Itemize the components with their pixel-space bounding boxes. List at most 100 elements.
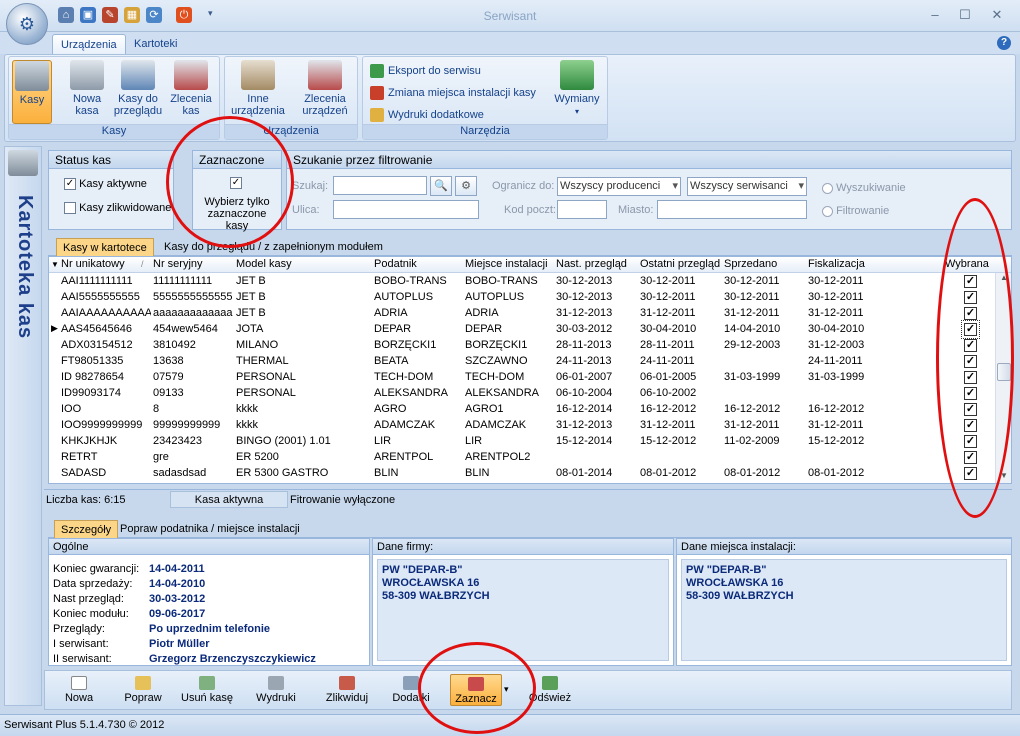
tab-urzadzenia[interactable]: Urządzenia [52,34,126,54]
zlikwiduj-button[interactable]: Zlikwiduj [320,674,374,706]
table-cell: 31-12-2011 [808,419,864,431]
table-row[interactable]: AAIAAAAAAAAAA aaaaaaaaaaaaa JET B ADRIA ADRI… [49,306,995,322]
table-cell: BOBO-TRANS [465,275,538,287]
tab-kasy-w-kartotece[interactable]: Kasy w kartotece [56,238,154,256]
export-icon [370,64,384,78]
col-ostatni-przeglad[interactable]: Ostatni przegląd [640,258,720,270]
refresh-icon[interactable]: ⟳ [146,7,162,23]
wydruki-dodatkowe-button[interactable]: Wydruki dodatkowe [368,106,540,124]
col-model-kasy[interactable]: Model kasy [236,258,292,270]
table-cell: ARENTPOL [374,451,434,463]
zlecenia-kas-button[interactable]: Zlecenia kas [166,60,216,124]
ulica-input[interactable] [333,200,479,219]
producenci-select[interactable]: Wszyscy producenci ▾ [557,177,681,196]
miasto-input[interactable] [657,200,807,219]
ogolne-key: Data sprzedaży: [53,578,133,590]
search-input[interactable] [333,176,427,195]
table-row[interactable]: FT98051335 13638 THERMAL BEATA SZCZAWNO 24-11… [49,354,995,370]
print-extra-icon [370,108,384,122]
kasy-aktywne-checkbox[interactable]: ✓ Kasy aktywne [64,178,147,191]
close-button[interactable]: ✕ [984,6,1010,24]
serwisanci-value: Wszyscy serwisanci [690,180,788,192]
table-cell: 31-03-1999 [724,371,781,383]
zmiana-miejsca-button[interactable]: Zmiana miejsca instalacji kasy [368,84,540,102]
sidebar-register-icon [8,150,38,176]
usun-kase-button[interactable]: Usuń kasę [178,674,236,706]
table-cell: IOO9999999999 [61,419,143,431]
popraw-button[interactable]: Popraw [120,674,166,706]
nowa-kasa-button[interactable]: Nowa kasa [62,60,112,124]
table-row[interactable]: AAI1111111111 11111111111 JET B BOBO-TRANS B… [49,274,995,290]
search-icon[interactable]: 🔍 [430,176,452,196]
kod-input[interactable] [557,200,607,219]
kasy-button[interactable]: Kasy [12,60,52,124]
table-row[interactable]: RETRT gre ER 5200 ARENTPOL ARENTPOL2 ✓ [49,450,995,466]
version-label: Serwisant Plus 5.1.4.730 © 2012 [4,719,165,731]
table-cell: AGRO1 [465,403,504,415]
save-icon[interactable]: ▣ [80,7,96,23]
col-nr-unikatowy[interactable]: Nr unikatowy [61,258,125,270]
dane-firmy-body: PW "DEPAR-B" WROCŁAWSKA 16 58-309 WAŁBRZ… [377,559,669,661]
tab-popraw-podatnika[interactable]: Popraw podatnika / miejsce instalacji [114,520,306,538]
table-cell: ADAMCZAK [374,419,436,431]
table-cell: TECH-DOM [465,371,525,383]
annotation-circle-wybrana [936,198,1014,518]
wyszukiwanie-radio[interactable]: Wyszukiwanie [822,182,906,194]
home-icon[interactable]: ⌂ [58,7,74,23]
tab-kasy-do-przegladu[interactable]: Kasy do przeglądu / z zapełnionym modułe… [158,238,389,256]
table-row[interactable]: ADX03154512 3810492 MILANO BORZĘCKI1 BORZĘCK… [49,338,995,354]
calendar-icon[interactable]: ▦ [124,7,140,23]
table-row[interactable]: ID 98278654 07579 PERSONAL TECH-DOM TECH-DOM… [49,370,995,386]
maximize-button[interactable]: ☐ [952,6,978,24]
table-cell: 08-01-2012 [808,467,865,479]
table-row[interactable]: AAI5555555555 5555555555555 JET B AUTOPLUS A… [49,290,995,306]
table-cell: aaaaaaaaaaaaa [153,307,233,319]
col-nast-przeglad[interactable]: Nast. przegląd [556,258,627,270]
table-cell: BLIN [465,467,490,479]
printer-icon [268,676,284,690]
filtrowanie-radio[interactable]: Filtrowanie [822,205,889,217]
col-sprzedano[interactable]: Sprzedano [724,258,777,270]
cash-register-icon [15,61,49,91]
magnifier-register-icon [121,60,155,90]
settings-gear-icon[interactable]: ⚙ [455,176,477,196]
table-cell: 454wew5464 [153,323,218,335]
table-cell: 30-12-2011 [724,275,780,287]
table-row[interactable]: IOO9999999999 99999999999 kkkk ADAMCZAK ADAM… [49,418,995,434]
col-podatnik[interactable]: Podatnik [374,258,417,270]
ogolne-item: Przeglądy: Po uprzednim telefonie [53,623,270,635]
minimize-button[interactable]: – [922,6,948,24]
quick-access-dropdown-icon[interactable]: ▾ [208,8,213,19]
help-icon[interactable]: ? [997,36,1011,50]
col-nr-seryjny[interactable]: Nr seryjny [153,258,203,270]
sidebar-title: Kartoteka kas [14,195,36,340]
table-row[interactable]: IOO 8 kkkk AGRO AGRO1 16-12-2014 16-12-2012 16-… [49,402,995,418]
nowa-button[interactable]: Nowa [56,674,102,706]
ogolne-value: Piotr Müller [149,638,210,650]
tab-kartoteki[interactable]: Kartoteki [126,34,185,54]
table-cell: ID 98278654 [61,371,124,383]
wymiany-button[interactable]: Wymiany ▾ [548,60,606,124]
wydruki-button[interactable]: Wydruki [250,674,302,706]
inne-urzadzenia-button[interactable]: Inne urządzenia [228,60,288,124]
kasy-zlikwidowane-checkbox[interactable]: Kasy zlikwidowane [64,202,171,215]
eksport-button[interactable]: Eksport do serwisu [368,62,540,80]
col-miejsce-instalacji[interactable]: Miejsce instalacji [465,258,548,270]
table-cell: PERSONAL [236,371,296,383]
tab-szczegoly[interactable]: Szczegóły [54,520,119,538]
filter-status-label: Fitrowanie wyłączone [290,494,396,506]
addons-icon [403,676,419,690]
radio-circle [822,182,833,194]
table-cell: 23423423 [153,435,202,447]
table-row[interactable]: ID99093174 09133 PERSONAL ALEKSANDRA ALEKSAN… [49,386,995,402]
serwisanci-select[interactable]: Wszyscy serwisanci ▾ [687,177,807,196]
exit-icon[interactable]: ⏻ [176,7,192,23]
tools-icon[interactable]: ✎ [102,7,118,23]
zlecenia-urzadzen-button[interactable]: Zlecenia urządzeń [294,60,356,124]
table-row[interactable]: KHKJKHJK 23423423 BINGO (2001) 1.01 LIR LIR 1… [49,434,995,450]
table-row[interactable]: SADASD sadasdsad ER 5300 GASTRO BLIN BLIN 08-… [49,466,995,482]
col-fiskalizacja[interactable]: Fiskalizacja [808,258,865,270]
kasy-do-przegladu-button[interactable]: Kasy do przeglądu [112,60,164,124]
app-menu-button[interactable]: ⚙ [6,3,48,45]
table-row[interactable]: ▶ AAS45645646 454wew5464 JOTA DEPAR DEPAR 30-0… [49,320,995,339]
